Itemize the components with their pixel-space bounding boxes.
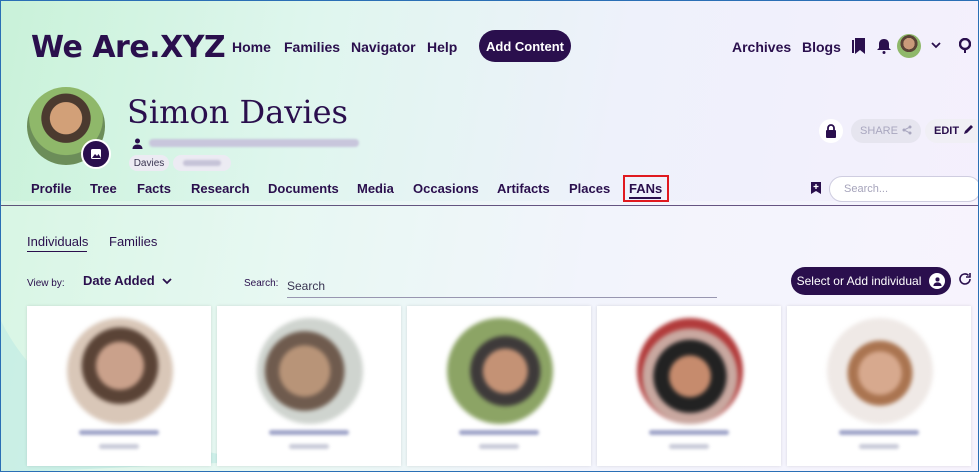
add-content-button[interactable]: Add Content (479, 30, 571, 62)
share-label: SHARE (860, 125, 898, 137)
subtab-underline (27, 251, 87, 252)
individual-photo (257, 318, 363, 424)
fans-highlight-box (623, 175, 669, 202)
pencil-icon (963, 124, 974, 138)
individual-surname-blurred (99, 444, 139, 449)
edit-button[interactable]: EDIT (925, 119, 978, 143)
bell-icon[interactable] (876, 38, 892, 54)
individual-surname-blurred (289, 444, 329, 449)
tab-media[interactable]: Media (357, 181, 394, 196)
surname-tag[interactable]: Davies (129, 155, 169, 171)
refresh-icon[interactable] (958, 272, 972, 286)
tab-places[interactable]: Places (569, 181, 610, 196)
search-label: Search: (244, 278, 279, 289)
view-by-select[interactable]: Date Added (83, 273, 173, 288)
share-button[interactable]: SHARE (851, 119, 921, 143)
fans-card-grid (27, 306, 978, 471)
lock-icon[interactable] (819, 119, 843, 143)
bookmark-add-icon[interactable] (807, 179, 825, 197)
app-frame: We Are.XYZ Home Families Navigator Help … (0, 0, 979, 472)
individual-card[interactable] (217, 306, 401, 466)
user-avatar-menu[interactable] (897, 34, 921, 58)
logo-suffix: XYZ (160, 30, 226, 65)
tabs-divider (1, 205, 978, 206)
weare-logo[interactable]: We Are.XYZ (31, 30, 226, 65)
add-individual-label: Select or Add individual (796, 274, 922, 288)
tab-occasions[interactable]: Occasions (413, 181, 479, 196)
profile-details-blurred (149, 139, 359, 147)
view-by-label: View by: (27, 278, 65, 289)
view-by-value: Date Added (83, 273, 155, 288)
person-icon (929, 273, 946, 289)
share-icon (902, 125, 912, 138)
nav-help[interactable]: Help (427, 39, 457, 55)
tab-artifacts[interactable]: Artifacts (497, 181, 550, 196)
logo-text: We Are. (31, 30, 161, 65)
tab-documents[interactable]: Documents (268, 181, 339, 196)
nav-blogs[interactable]: Blogs (802, 39, 841, 55)
individual-name-blurred (459, 430, 539, 435)
bookmarks-icon[interactable] (850, 36, 868, 56)
chevron-down-icon[interactable] (930, 39, 942, 51)
tab-facts[interactable]: Facts (137, 181, 171, 196)
individual-name-blurred (79, 430, 159, 435)
chevron-down-icon (162, 278, 173, 285)
individual-photo (67, 318, 173, 424)
fans-search-placeholder: Search (287, 279, 326, 293)
individual-photo (637, 318, 743, 424)
individual-surname-blurred (859, 444, 899, 449)
individual-name-blurred (839, 430, 919, 435)
change-photo-icon[interactable] (81, 139, 111, 169)
profile-search-placeholder: Search... (844, 183, 889, 195)
individual-card[interactable] (787, 306, 971, 466)
tab-research[interactable]: Research (191, 181, 250, 196)
person-icon (131, 137, 143, 149)
nav-families[interactable]: Families (284, 39, 340, 55)
fans-search-input[interactable]: Search (287, 279, 717, 298)
individual-photo (827, 318, 933, 424)
tab-profile[interactable]: Profile (31, 181, 71, 196)
tag-blurred[interactable] (173, 155, 231, 171)
individual-surname-blurred (479, 444, 519, 449)
location-pin-icon[interactable] (958, 37, 972, 55)
profile-search-input[interactable]: Search... (829, 176, 978, 202)
individual-card[interactable] (597, 306, 781, 466)
individual-card[interactable] (27, 306, 211, 466)
tab-tree[interactable]: Tree (90, 181, 117, 196)
edit-label: EDIT (934, 125, 960, 137)
subtab-individuals[interactable]: Individuals (27, 234, 88, 249)
individual-card[interactable] (407, 306, 591, 466)
nav-home[interactable]: Home (232, 39, 271, 55)
subtab-families[interactable]: Families (109, 234, 157, 249)
select-or-add-individual-button[interactable]: Select or Add individual (791, 267, 951, 295)
nav-navigator[interactable]: Navigator (351, 39, 416, 55)
individual-name-blurred (649, 430, 729, 435)
individual-name-blurred (269, 430, 349, 435)
profile-name: Simon Davies (127, 93, 348, 131)
nav-archives[interactable]: Archives (732, 39, 791, 55)
individual-photo (447, 318, 553, 424)
individual-surname-blurred (669, 444, 709, 449)
